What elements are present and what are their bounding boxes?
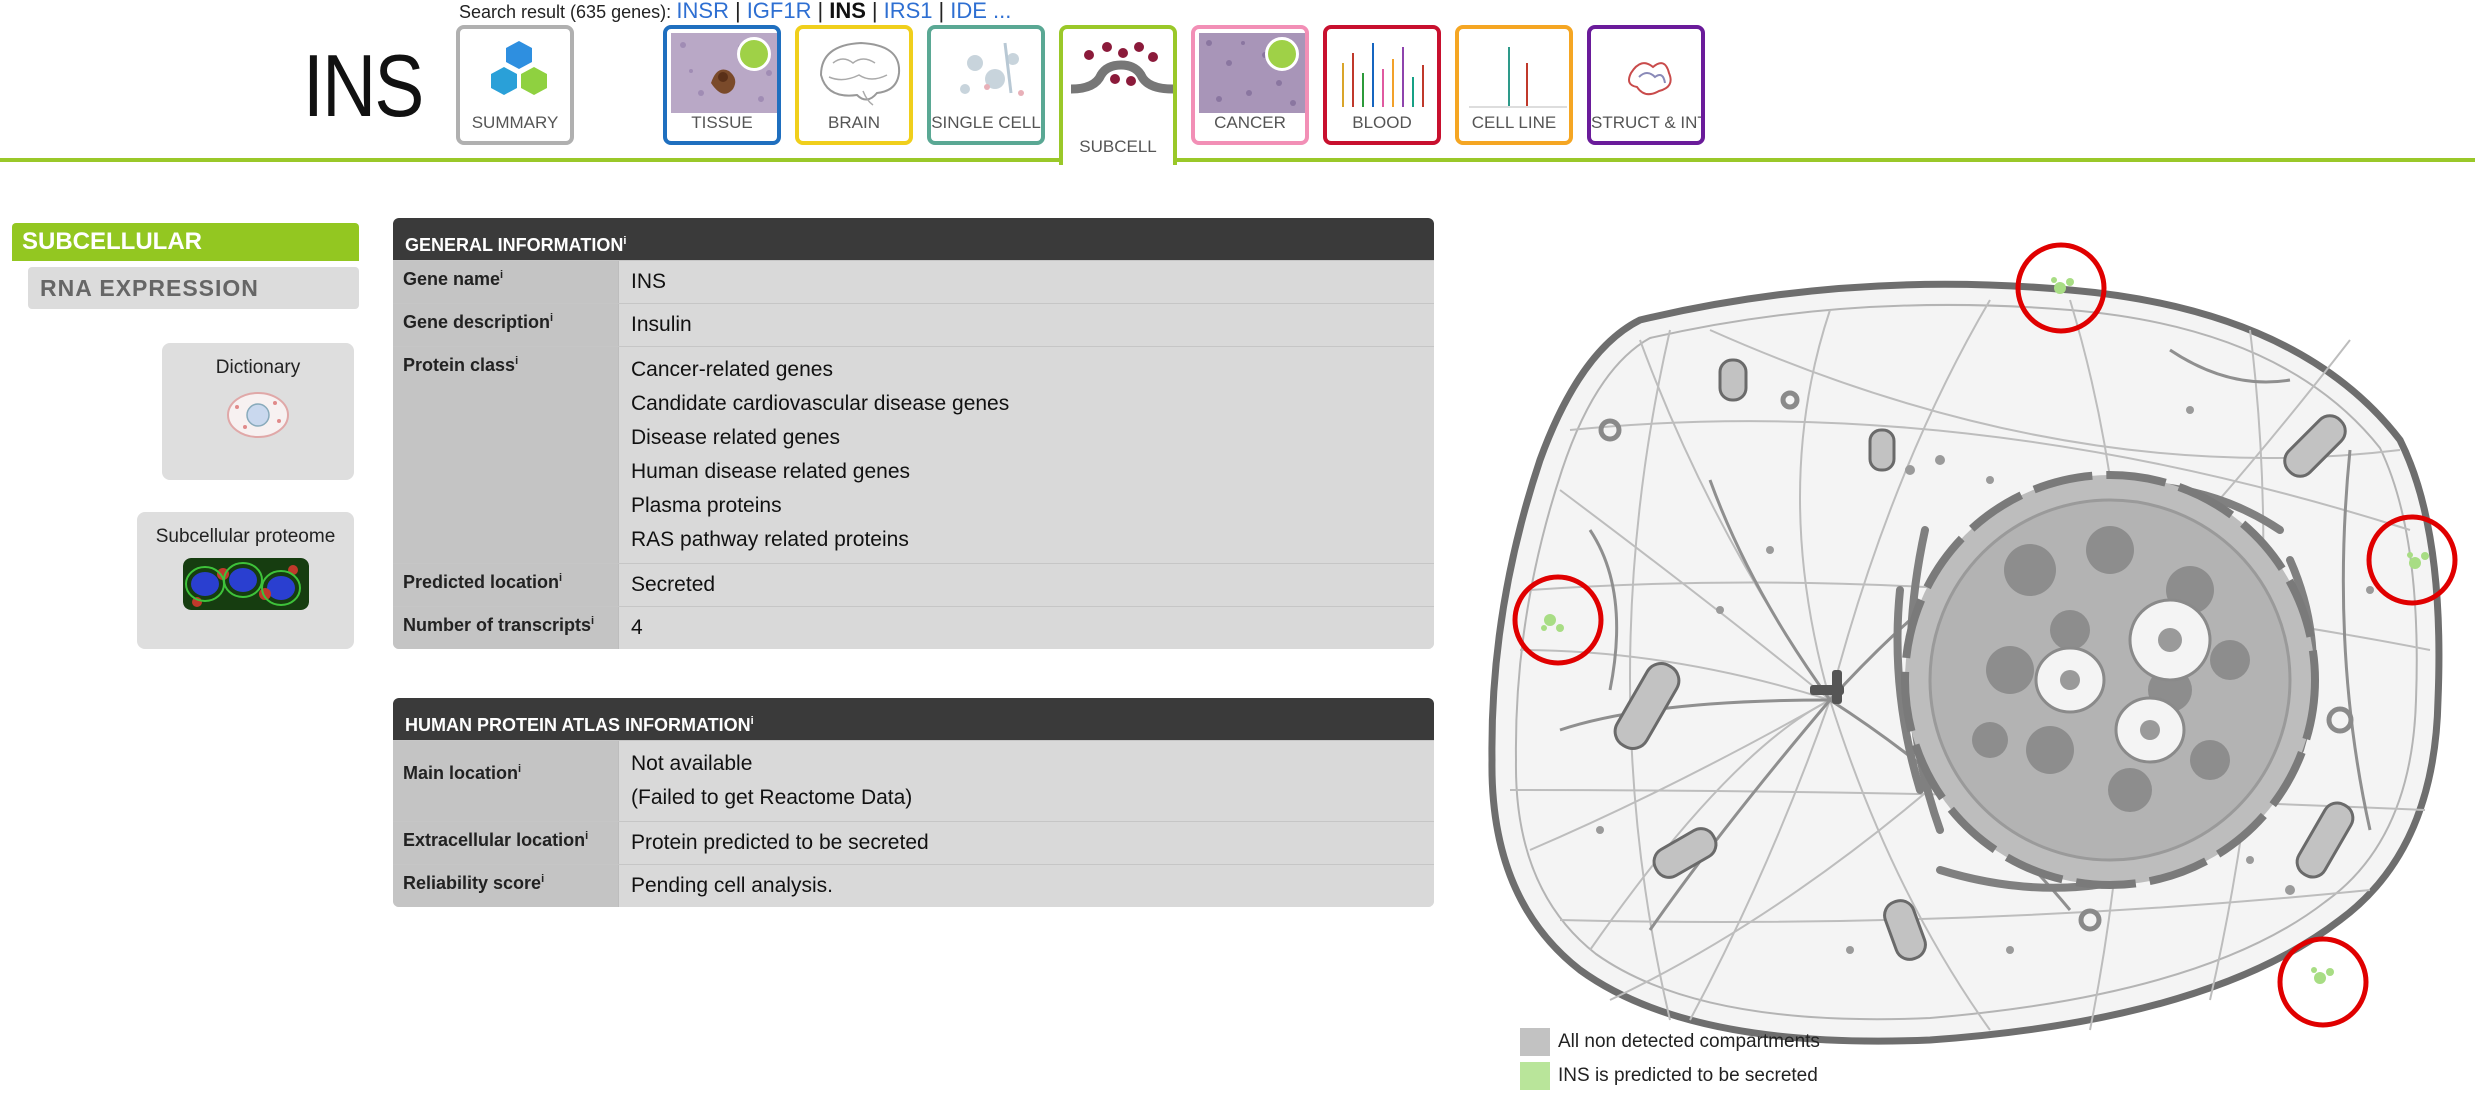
info-icon[interactable]: i: [500, 269, 503, 281]
extracellular-location-value: Protein predicted to be secreted: [631, 831, 929, 854]
tab-single-cell-label: SINGLE CELL: [931, 113, 1041, 132]
structure-protein-icon: [1628, 62, 1672, 96]
tab-tissue-label: TISSUE: [691, 113, 753, 132]
general-information-panel: GENERAL INFORMATIONi Gene namei INS Gene…: [393, 218, 1434, 649]
gene-description-row: Gene descriptioni Insulin: [393, 303, 1434, 346]
predicted-location-value: Secreted: [631, 573, 716, 596]
tab-cancer[interactable]: CANCER: [1191, 25, 1309, 145]
protein-class-item: Disease related genes: [631, 426, 840, 449]
tab-cancer-label: CANCER: [1214, 113, 1286, 132]
info-icon[interactable]: i: [518, 763, 521, 775]
tissue-indicator-dot: [737, 37, 771, 71]
info-icon[interactable]: i: [515, 355, 518, 367]
summary-hexagons-icon: [491, 41, 547, 95]
legend-item-non-detected: All non detected compartments: [1520, 1025, 1820, 1059]
tab-subcell-label: SUBCELL: [1079, 137, 1157, 156]
protein-class-label: Protein class: [403, 355, 516, 375]
result-link-insr[interactable]: INSR: [676, 0, 729, 23]
reliability-score-row: Reliability scorei Pending cell analysis…: [393, 864, 1434, 907]
gene-description-label: Gene description: [403, 312, 551, 332]
hpa-information-title: HUMAN PROTEIN ATLAS INFORMATION: [405, 715, 751, 735]
legend-swatch-grey: [1520, 1028, 1550, 1056]
legend-item-secreted: INS is predicted to be secreted: [1520, 1059, 1820, 1093]
nucleus: [1901, 471, 2319, 889]
tab-blood-label: BLOOD: [1352, 113, 1412, 132]
info-icon[interactable]: i: [585, 830, 588, 842]
dictionary-label: Dictionary: [215, 357, 301, 378]
subcellular-proteome-box[interactable]: Subcellular proteome: [137, 512, 354, 649]
tab-cell-line-label: CELL LINE: [1471, 113, 1557, 132]
gene-description-value: Insulin: [631, 313, 692, 336]
info-icon[interactable]: i: [591, 615, 594, 627]
tab-cell-line[interactable]: CELL LINE: [1455, 25, 1573, 145]
dictionary-box[interactable]: Dictionary: [162, 343, 354, 480]
subcell-secretion-icon: [1070, 42, 1173, 94]
info-icon[interactable]: i: [541, 873, 544, 885]
transcripts-label: Number of transcripts: [403, 615, 592, 635]
legend-label-secreted: INS is predicted to be secreted: [1558, 1065, 1818, 1086]
tab-struct-int-label: STRUCT & INT: [1591, 113, 1705, 132]
info-icon[interactable]: i: [559, 572, 562, 584]
tab-brain-label: BRAIN: [828, 113, 880, 132]
blood-chart-icon: [1342, 43, 1424, 107]
protein-class-item: Plasma proteins: [631, 494, 782, 517]
tab-blood[interactable]: BLOOD: [1323, 25, 1441, 145]
tab-summary-label: SUMMARY: [471, 113, 559, 132]
proteome-image-icon: [182, 558, 309, 610]
legend-label-non-detected: All non detected compartments: [1558, 1031, 1820, 1052]
search-result-bar: Search result (635 genes): INSR | IGF1R | IN…: [459, 0, 1012, 23]
legend-swatch-green: [1520, 1062, 1550, 1090]
gene-name-label: Gene name: [403, 269, 501, 289]
single-cell-umap-icon: [960, 42, 1024, 96]
tab-single-cell[interactable]: SINGLE CELL: [927, 25, 1045, 145]
info-icon[interactable]: i: [550, 312, 553, 324]
tab-brain[interactable]: BRAIN: [795, 25, 913, 145]
protein-class-item: RAS pathway related proteins: [631, 528, 909, 551]
cell-diagram: [1488, 242, 2458, 1045]
cell-line-chart-icon: [1469, 47, 1567, 108]
result-link-ins[interactable]: INS: [829, 0, 866, 23]
result-link-irs1[interactable]: IRS1: [884, 0, 933, 23]
hpa-information-panel: HUMAN PROTEIN ATLAS INFORMATIONi Main lo…: [393, 698, 1434, 907]
subcellular-proteome-label: Subcellular proteome: [155, 526, 336, 547]
header-divider: [0, 158, 2475, 162]
main-location-row: Main locationi Not available (Failed to …: [393, 740, 1434, 821]
extracellular-location-row: Extracellular locationi Protein predicte…: [393, 821, 1434, 864]
dictionary-cell-icon: [227, 392, 289, 438]
brain-icon: [819, 41, 901, 106]
hpa-information-header: HUMAN PROTEIN ATLAS INFORMATIONi: [393, 698, 1434, 740]
main-location-label: Main location: [403, 763, 519, 783]
reliability-score-value: Pending cell analysis.: [631, 874, 833, 897]
protein-class-row: Protein classi Cancer-related genes Cand…: [393, 346, 1434, 563]
extracellular-location-label: Extracellular location: [403, 830, 586, 850]
general-information-title: GENERAL INFORMATION: [405, 235, 624, 255]
protein-class-item: Cancer-related genes: [631, 358, 833, 381]
tab-subcell[interactable]: SUBCELL: [1059, 25, 1177, 165]
predicted-location-row: Predicted locationi Secreted: [393, 563, 1434, 606]
protein-class-item: Human disease related genes: [631, 460, 911, 483]
gene-title: INS: [303, 36, 424, 135]
tab-summary[interactable]: SUMMARY: [456, 25, 574, 145]
search-result-label: Search result (635 genes):: [459, 2, 672, 22]
cancer-indicator-dot: [1265, 37, 1299, 71]
gene-name-row: Gene namei INS: [393, 260, 1434, 303]
main-location-note: (Failed to get Reactome Data): [631, 786, 913, 809]
sidebar-item-subcellular[interactable]: SUBCELLULAR: [12, 223, 359, 261]
predicted-location-label: Predicted location: [403, 572, 560, 592]
transcripts-row: Number of transcriptsi 4: [393, 606, 1434, 649]
reliability-score-label: Reliability score: [403, 873, 542, 893]
protein-class-item: Candidate cardiovascular disease genes: [631, 392, 1010, 415]
cell-legend: All non detected compartments INS is pre…: [1520, 1025, 1820, 1093]
general-information-header: GENERAL INFORMATIONi: [393, 218, 1434, 260]
tab-struct-int[interactable]: STRUCT & INT: [1587, 25, 1705, 145]
main-location-value: Not available: [631, 752, 753, 775]
result-link-igf1r[interactable]: IGF1R: [747, 0, 812, 23]
transcripts-value: 4: [631, 616, 643, 639]
sidebar-item-rna-expression[interactable]: RNA EXPRESSION: [28, 267, 359, 309]
gene-name-value: INS: [631, 270, 667, 293]
result-link-more[interactable]: IDE ...: [950, 0, 1011, 23]
tab-tissue[interactable]: TISSUE: [663, 25, 781, 145]
